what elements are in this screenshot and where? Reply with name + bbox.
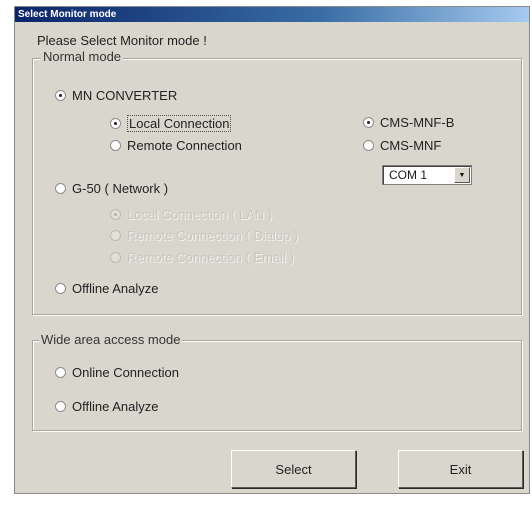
radio-g50-network[interactable]: G-50 ( Network )	[55, 181, 168, 196]
com-port-value: COM 1	[389, 168, 428, 182]
radio-cms-mnf-b[interactable]: CMS-MNF-B	[363, 115, 454, 130]
radio-offline-analyze-normal[interactable]: Offline Analyze	[55, 281, 158, 296]
radio-label: Local Connection ( LAN )	[127, 207, 273, 222]
radio-label: Remote Connection ( Dialup )	[127, 228, 299, 243]
radio-g50-option-1: Local Connection ( LAN )	[110, 207, 272, 222]
radio-g50-option-2: Remote Connection ( Dialup )	[110, 228, 298, 243]
radio-button-checked[interactable]	[110, 118, 121, 129]
prompt-text: Please Select Monitor mode !	[37, 33, 207, 48]
normal-mode-legend: Normal mode	[41, 49, 124, 64]
radio-label: CMS-MNF	[380, 138, 442, 153]
radio-label: Online Connection	[72, 365, 179, 380]
wide-area-mode-legend: Wide area access mode	[39, 332, 183, 347]
radio-label: CMS-MNF-B	[380, 115, 455, 130]
radio-label: G-50 ( Network )	[72, 181, 169, 196]
dropdown-arrow-icon[interactable]: ▼	[454, 167, 470, 183]
radio-button[interactable]	[55, 283, 66, 294]
radio-button-disabled	[110, 230, 121, 241]
select-monitor-mode-dialog: Select Monitor mode Please Select Monito…	[14, 6, 530, 494]
radio-label: Local Connection	[127, 115, 232, 132]
radio-label: Offline Analyze	[72, 281, 159, 296]
radio-offline-analyze-wide[interactable]: Offline Analyze	[55, 399, 158, 414]
radio-button[interactable]	[55, 401, 66, 412]
radio-button[interactable]	[55, 183, 66, 194]
exit-button[interactable]: Exit	[398, 450, 523, 488]
radio-online-connection[interactable]: Online Connection	[55, 365, 179, 380]
select-button[interactable]: Select	[231, 450, 356, 488]
radio-local-connection[interactable]: Local Connection	[110, 115, 232, 132]
window-title: Select Monitor mode	[15, 7, 529, 22]
radio-button[interactable]	[363, 140, 374, 151]
radio-remote-connection[interactable]: Remote Connection	[110, 138, 242, 153]
radio-button-disabled	[110, 209, 121, 220]
radio-mn-converter[interactable]: MN CONVERTER	[55, 88, 177, 103]
radio-g50-option-3: Remote Connection ( Email )	[110, 250, 294, 265]
wide-area-mode-group	[32, 340, 522, 431]
radio-button-checked[interactable]	[55, 90, 66, 101]
radio-label: Offline Analyze	[72, 399, 159, 414]
radio-button[interactable]	[55, 367, 66, 378]
radio-button-disabled	[110, 252, 121, 263]
radio-label: Remote Connection ( Email )	[127, 250, 294, 265]
radio-cms-mnf[interactable]: CMS-MNF	[363, 138, 441, 153]
radio-button-checked[interactable]	[363, 117, 374, 128]
radio-label: Remote Connection	[127, 138, 242, 153]
com-port-select[interactable]: COM 1 ▼	[382, 165, 472, 185]
radio-button[interactable]	[110, 140, 121, 151]
radio-label: MN CONVERTER	[72, 88, 178, 103]
